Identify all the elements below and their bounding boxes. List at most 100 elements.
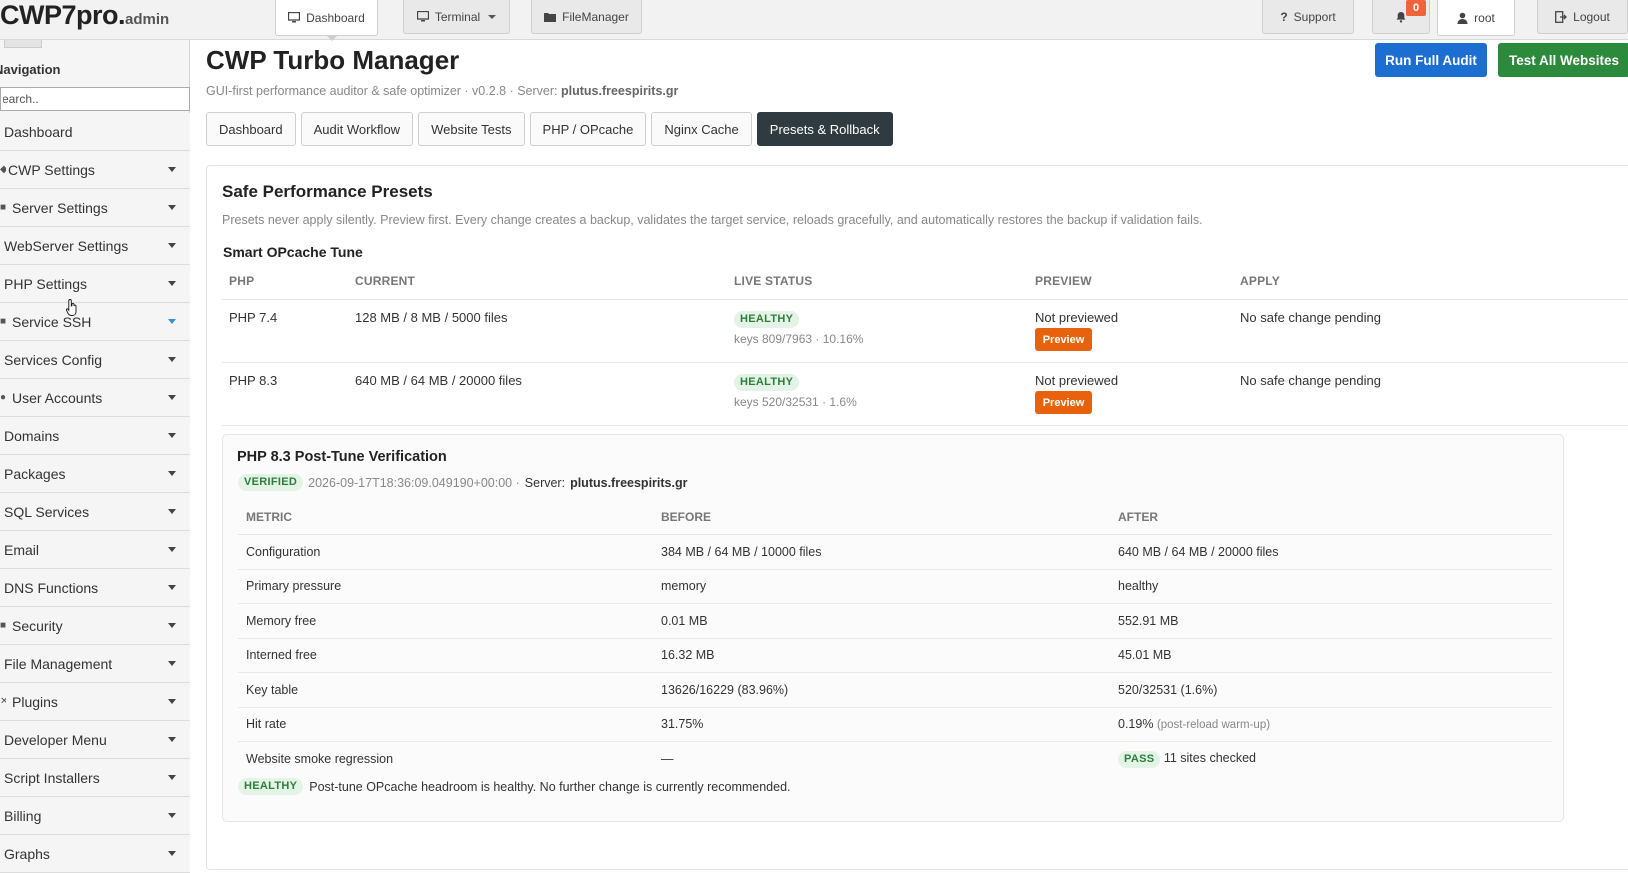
tab-audit-workflow[interactable]: Audit Workflow [300, 112, 414, 146]
notifications-button[interactable]: 0 [1372, 0, 1430, 34]
support-label: Support [1293, 9, 1336, 24]
logout-icon [1555, 10, 1568, 23]
sidebar-toggle[interactable] [4, 40, 42, 48]
sidebar-item-label: PHP Settings [4, 275, 88, 292]
sidebar-item-label: User Accounts [12, 389, 103, 406]
top-nav-terminal[interactable]: Terminal [403, 0, 510, 34]
tab-php-opcache[interactable]: PHP / OPcache [529, 112, 647, 146]
verification-summary: HEALTHY Post-tune OPcache headroom is he… [238, 778, 791, 795]
tab-presets-rollback[interactable]: Presets & Rollback [756, 112, 893, 146]
chevron-down-icon [168, 775, 176, 780]
metric-name: Website smoke regression [246, 752, 394, 767]
chevron-down-icon [168, 623, 176, 628]
sidebar-item-email[interactable]: Email [0, 531, 190, 569]
sidebar-item-user-accounts[interactable]: ● User Accounts [0, 379, 190, 417]
sidebar-item-developer-menu[interactable]: Developer Menu [0, 721, 190, 759]
server-name: plutus.freespirits.gr [560, 84, 679, 98]
page-title: CWP Turbo Manager [206, 45, 460, 75]
metric-after: healthy [1118, 579, 1159, 594]
sidebar-search-input[interactable] [0, 87, 190, 111]
chevron-down-icon [168, 319, 176, 324]
preview-status: Not previewed [1035, 373, 1119, 388]
chevron-down-icon [168, 851, 176, 856]
logout-button[interactable]: Logout [1537, 0, 1628, 34]
metric-after: 552.91 MB [1118, 613, 1179, 628]
chevron-down-icon [168, 699, 176, 704]
sidebar-item-dns-functions[interactable]: DNS Functions [0, 569, 190, 607]
top-nav-filemanager[interactable]: FileManager [531, 0, 642, 34]
logo[interactable]: CWP7pro.admin [0, 0, 169, 30]
preview-status: Not previewed [1035, 310, 1119, 325]
verification-table: METRIC BEFORE AFTER Configuration 384 MB… [238, 499, 1552, 777]
chevron-down-icon [168, 205, 176, 210]
metric-before: 13626/16229 (83.96%) [661, 682, 789, 697]
sidebar-item-label: Billing [4, 807, 42, 824]
table-row: PHP 7.4 128 MB / 8 MB / 5000 files HEALT… [222, 300, 1628, 363]
verification-title: PHP 8.3 Post-Tune Verification [237, 449, 447, 465]
sidebar-title: Navigation [0, 62, 61, 77]
sidebar-item-domains[interactable]: Domains [0, 417, 190, 455]
server-icon: ■ [0, 202, 6, 213]
metric-after: 11 sites checked [1163, 750, 1257, 765]
sidebar-item-file-management[interactable]: File Management [0, 645, 190, 683]
sidebar-item-graphs[interactable]: Graphs [0, 835, 190, 873]
sidebar-item-dashboard[interactable]: Dashboard [0, 113, 190, 151]
sidebar-item-cwp-settings[interactable]: ◆ CWP Settings [0, 151, 190, 189]
tab-dashboard[interactable]: Dashboard [206, 112, 296, 146]
sidebar-item-label: DNS Functions [4, 579, 99, 596]
keys-usage: keys 809/7963 · 10.16% [734, 332, 864, 346]
metric-before: 0.01 MB [661, 613, 708, 628]
verified-badge: VERIFIED [238, 474, 304, 491]
sidebar-item-webserver-settings[interactable]: WebServer Settings [0, 227, 190, 265]
wrench-icon: ◆ [0, 164, 6, 175]
user-menu[interactable]: root [1437, 0, 1515, 36]
preview-cell: Not previewed Preview [1035, 310, 1240, 362]
sidebar-item-packages[interactable]: Packages [0, 455, 190, 493]
sidebar-item-plugins[interactable]: ✕ Plugins [0, 683, 190, 721]
chevron-down-icon [168, 547, 176, 552]
notification-count-badge: 0 [1406, 0, 1426, 16]
sidebar-item-security[interactable]: ■ Security [0, 607, 190, 645]
sidebar-item-billing[interactable]: Billing [0, 797, 190, 835]
top-nav-dashboard-label: Dashboard [306, 10, 365, 25]
sidebar-item-service-ssh[interactable]: ■ Service SSH [0, 303, 190, 341]
live-status: HEALTHY keys 520/32531 · 1.6% [734, 373, 1035, 425]
preview-button[interactable]: Preview [1035, 391, 1092, 414]
support-button[interactable]: ? Support [1262, 0, 1354, 34]
sidebar-item-script-installers[interactable]: Script Installers [0, 759, 190, 797]
sidebar-item-services-config[interactable]: Services Config [0, 341, 190, 379]
verification-meta: VERIFIED 2026-09-17T18:36:09.049190+00:0… [238, 474, 687, 491]
metric-name: Memory free [246, 613, 317, 628]
sidebar-item-php-settings[interactable]: PHP Settings [0, 265, 190, 303]
sidebar-item-label: Packages [4, 465, 66, 482]
pass-badge: PASS [1118, 750, 1161, 768]
run-full-audit-button[interactable]: Run Full Audit [1375, 43, 1487, 77]
php-version: PHP 8.3 [229, 373, 278, 388]
top-bar: CWP7pro.admin Dashboard Terminal FileMan… [0, 0, 1628, 41]
table-row: Key table 13626/16229 (83.96%) 520/32531… [238, 673, 1552, 708]
metric-after: 45.01 MB [1118, 648, 1172, 663]
preview-button[interactable]: Preview [1035, 328, 1092, 351]
current-config: 640 MB / 64 MB / 20000 files [355, 373, 522, 388]
top-nav-terminal-label: Terminal [434, 9, 481, 24]
main-content: CWP Turbo Manager GUI-first performance … [206, 40, 1628, 870]
top-nav-dashboard[interactable]: Dashboard [275, 0, 378, 36]
tab-nginx-cache[interactable]: Nginx Cache [651, 112, 752, 146]
tab-website-tests[interactable]: Website Tests [418, 112, 525, 146]
test-all-websites-button[interactable]: Test All Websites [1498, 43, 1628, 77]
column-header: LIVE STATUS [734, 274, 813, 288]
sidebar-item-server-settings[interactable]: ■ Server Settings [0, 189, 190, 227]
column-header: PHP [229, 274, 255, 288]
sidebar-item-sql-services[interactable]: SQL Services [0, 493, 190, 531]
metric-name: Primary pressure [246, 579, 342, 594]
metric-name: Interned free [246, 648, 317, 663]
plug-icon: ✕ [0, 696, 6, 707]
opcache-tune-title: Smart OPcache Tune [223, 244, 363, 260]
presets-description: Presets never apply silently. Preview fi… [222, 213, 1203, 227]
live-status: HEALTHY keys 809/7963 · 10.16% [734, 310, 1035, 362]
column-header: METRIC [246, 509, 292, 524]
presets-card: Safe Performance Presets Presets never a… [206, 165, 1628, 870]
chevron-down-icon [168, 433, 176, 438]
sidebar-item-label: Script Installers [4, 769, 100, 786]
chevron-down-icon [168, 281, 176, 286]
